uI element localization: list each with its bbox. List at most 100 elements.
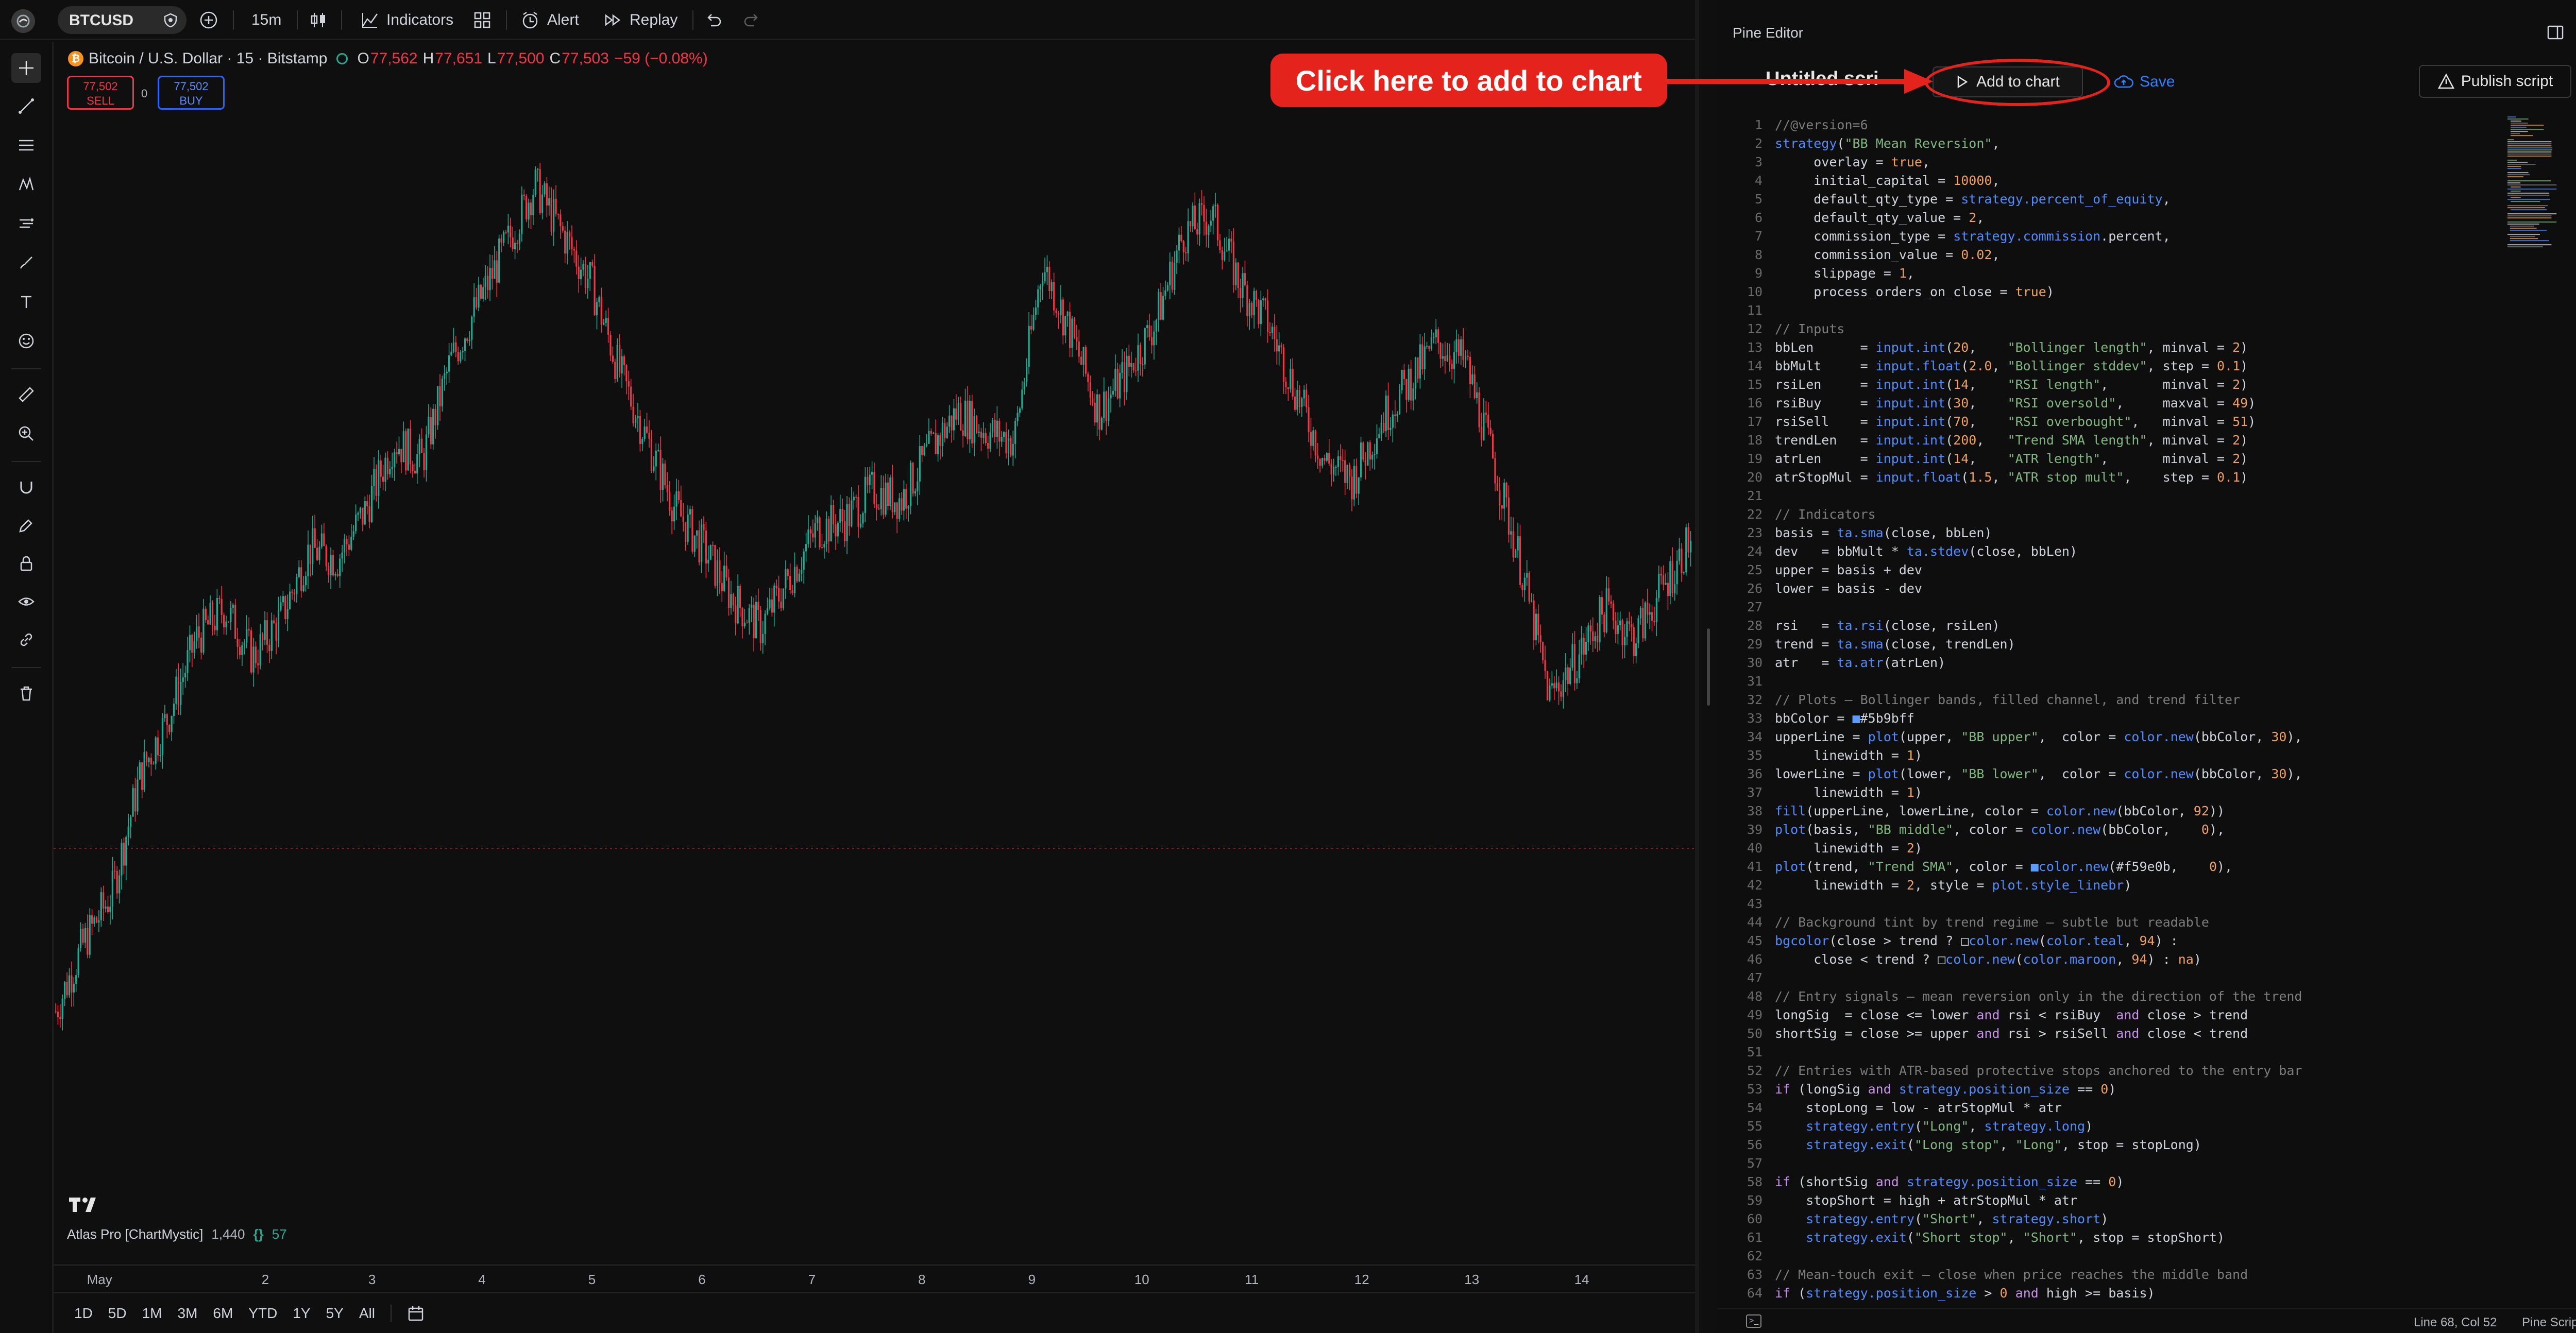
code-line[interactable]: 64 if (strategy.position_size > 0 and hig…	[1718, 1286, 2155, 1304]
code-line[interactable]: 41 plot(trend, "Trend SMA", color = ■colo…	[1718, 859, 2232, 878]
code-line[interactable]: 6 default_qty_value = 2,	[1718, 210, 1984, 229]
cursor-position[interactable]: Line 68, Col 52	[2414, 1315, 2497, 1330]
code-line[interactable]: 15 rsiLen = input.int(14, "RSI length", m…	[1718, 377, 2248, 396]
code-line[interactable]: 36 lowerLine = plot(lower, "BB lower", co…	[1718, 766, 2302, 785]
code-line[interactable]: 20 atrStopMul = input.float(1.5, "ATR sto…	[1718, 470, 2248, 488]
code-line[interactable]: 12 // Inputs	[1718, 321, 1845, 340]
code-line[interactable]: 31	[1718, 674, 1775, 692]
code-line[interactable]: 9 slippage = 1,	[1718, 266, 1914, 284]
code-line[interactable]: 21	[1718, 488, 1775, 507]
code-line[interactable]: 49 longSig = close <= lower and rsi < rsi…	[1718, 1007, 2248, 1026]
brush-tool[interactable]	[11, 248, 41, 278]
code-line[interactable]: 33 bbColor = ■#5b9bff	[1718, 711, 1914, 729]
code-line[interactable]: 18 trendLen = input.int(200, "Trend SMA l…	[1718, 433, 2248, 451]
code-line[interactable]: 44 // Background tint by trend regime — s…	[1718, 915, 2209, 933]
code-line[interactable]: 58 if (shortSig and strategy.position_siz…	[1718, 1174, 2124, 1193]
code-line[interactable]: 39 plot(basis, "BB middle", color = color…	[1718, 822, 2225, 841]
code-line[interactable]: 24 dev = bbMult * ta.stdev(close, bbLen)	[1718, 544, 2077, 562]
code-line[interactable]: 57	[1718, 1156, 1775, 1174]
code-line[interactable]: 40 linewidth = 2)	[1718, 841, 1922, 859]
code-line[interactable]: 59 stopShort = high + atrStopMul * atr	[1718, 1193, 2077, 1211]
language-version[interactable]: Pine Script® v6	[2522, 1315, 2576, 1330]
undo-button[interactable]	[705, 5, 722, 35]
sell-button[interactable]: 77,502 SELL	[67, 76, 134, 110]
code-line[interactable]: 54 stopLong = low - atrStopMul * atr	[1718, 1100, 2062, 1119]
link-tool[interactable]	[11, 625, 41, 655]
code-line[interactable]: 60 strategy.entry("Short", strategy.shor…	[1718, 1211, 2108, 1230]
code-line[interactable]: 47	[1718, 970, 1775, 989]
code-line[interactable]: 32 // Plots — Bollinger bands, filled cha…	[1718, 692, 2240, 711]
buy-button[interactable]: 77,502 BUY	[158, 76, 225, 110]
range-1d[interactable]: 1D	[74, 1305, 93, 1322]
visibility-tool[interactable]	[11, 587, 41, 617]
code-line[interactable]: 22 // Indicators	[1718, 507, 1876, 525]
code-minimap[interactable]	[2505, 114, 2576, 253]
code-line[interactable]: 62	[1718, 1249, 1775, 1267]
code-line[interactable]: 56 strategy.exit("Long stop", "Long", st…	[1718, 1137, 2201, 1156]
code-line[interactable]: 14 bbMult = input.float(2.0, "Bollinger s…	[1718, 358, 2248, 377]
calendar-icon[interactable]	[407, 1305, 425, 1322]
code-editor[interactable]: 1 //@version=6 2 strategy("BB Mean Reversio…	[1718, 117, 2576, 1307]
code-line[interactable]: 27	[1718, 600, 1775, 618]
pattern-tool[interactable]	[11, 169, 41, 199]
code-line[interactable]: 5 default_qty_type = strategy.percent_of…	[1718, 192, 2171, 210]
forecast-tool[interactable]	[11, 209, 41, 238]
code-line[interactable]: 53 if (longSig and strategy.position_size…	[1718, 1082, 2116, 1100]
text-tool[interactable]	[11, 287, 41, 317]
tradingview-logo[interactable]	[68, 1195, 102, 1213]
code-line[interactable]: 28 rsi = ta.rsi(close, rsiLen)	[1718, 618, 2000, 637]
code-line[interactable]: 30 atr = ta.atr(atrLen)	[1718, 655, 1945, 674]
maximize-button[interactable]	[2543, 20, 2568, 45]
publish-script-button[interactable]: Publish script	[2419, 65, 2571, 98]
ruler-tool[interactable]	[11, 380, 41, 409]
code-line[interactable]: 50 shortSig = close >= upper and rsi > rs…	[1718, 1026, 2248, 1045]
indicators-button[interactable]: Indicators	[361, 5, 453, 35]
code-line[interactable]: 17 rsiSell = input.int(70, "RSI overbough…	[1718, 414, 2256, 433]
code-braces-icon[interactable]: {}	[253, 1226, 263, 1242]
code-line[interactable]: 61 strategy.exit("Short stop", "Short", …	[1718, 1230, 2225, 1249]
code-line[interactable]: 4 initial_capital = 10000,	[1718, 173, 2000, 192]
magnet-tool[interactable]	[11, 472, 41, 502]
code-line[interactable]: 48 // Entry signals — mean reversion only…	[1718, 989, 2302, 1007]
code-line[interactable]: 1 //@version=6	[1718, 117, 1868, 136]
code-line[interactable]: 26 lower = basis - dev	[1718, 581, 1922, 600]
redo-button[interactable]	[743, 5, 760, 35]
candlestick-chart[interactable]	[54, 42, 1695, 1221]
terminal-icon[interactable]: >_	[1746, 1314, 1761, 1328]
code-line[interactable]: 37 linewidth = 1)	[1718, 785, 1922, 804]
code-line[interactable]: 45 bgcolor(close > trend ? □color.new(col…	[1718, 933, 2178, 952]
chart-type-button[interactable]	[309, 5, 328, 35]
code-line[interactable]: 34 upperLine = plot(upper, "BB upper", co…	[1718, 729, 2302, 748]
code-line[interactable]: 25 upper = basis + dev	[1718, 562, 1922, 581]
lock-tool[interactable]	[11, 549, 41, 578]
horizontal-lines-tool[interactable]	[11, 130, 41, 160]
emoji-tool[interactable]	[11, 326, 41, 356]
range-5y[interactable]: 5Y	[326, 1305, 344, 1322]
save-button[interactable]: Save	[2114, 66, 2175, 97]
code-line[interactable]: 3 overlay = true,	[1718, 155, 1930, 173]
code-line[interactable]: 43	[1718, 896, 1775, 915]
chart-pane[interactable]: ₿ Bitcoin / U.S. Dollar · 15 · Bitstamp …	[54, 42, 1695, 1333]
resize-handle[interactable]	[1707, 628, 1710, 706]
code-line[interactable]: 23 basis = ta.sma(close, bbLen)	[1718, 525, 1992, 544]
range-ytd[interactable]: YTD	[248, 1305, 277, 1322]
symbol-search[interactable]: BTCUSD	[58, 6, 187, 34]
range-1m[interactable]: 1M	[142, 1305, 162, 1322]
code-line[interactable]: 13 bbLen = input.int(20, "Bollinger lengt…	[1718, 340, 2248, 358]
range-1y[interactable]: 1Y	[293, 1305, 310, 1322]
code-line[interactable]: 29 trend = ta.sma(close, trendLen)	[1718, 637, 2015, 655]
crosshair-tool[interactable]	[11, 53, 41, 83]
alert-button[interactable]: Alert	[520, 5, 579, 35]
indicator-legend[interactable]: Atlas Pro [ChartMystic] 1,440 {} 57	[67, 1226, 287, 1242]
code-line[interactable]: 38 fill(upperLine, lowerLine, color = col…	[1718, 804, 2225, 822]
lock-drawings-tool[interactable]	[11, 510, 41, 540]
code-line[interactable]: 42 linewidth = 2, style = plot.style_lin…	[1718, 878, 2132, 896]
code-line[interactable]: 46 close < trend ? □color.new(color.maro…	[1718, 952, 2201, 970]
interval-button[interactable]: 15m	[251, 5, 281, 35]
code-line[interactable]: 35 linewidth = 1)	[1718, 748, 1922, 766]
remove-drawings-tool[interactable]	[11, 678, 41, 708]
layouts-button[interactable]	[473, 5, 492, 35]
zoom-in-tool[interactable]	[11, 419, 41, 449]
time-axis[interactable]: May 2 3 4 5 6 7 8 9 10 11 12 13 14	[54, 1264, 1695, 1292]
replay-button[interactable]: Replay	[603, 5, 677, 35]
